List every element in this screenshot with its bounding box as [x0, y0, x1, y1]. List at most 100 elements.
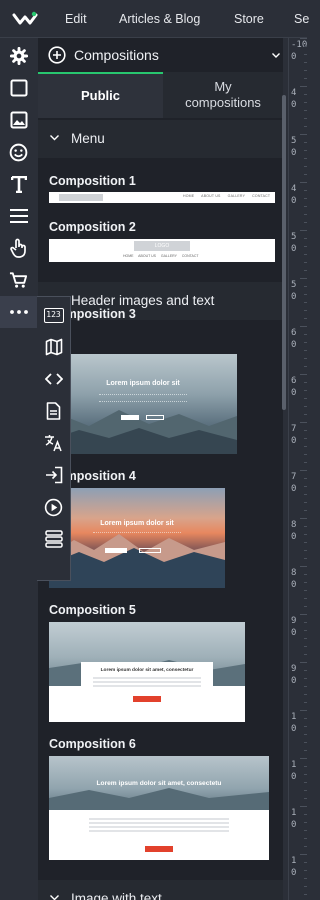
wix-logo-icon[interactable] — [12, 9, 38, 29]
add-store-button[interactable] — [0, 264, 37, 296]
ruler-tick — [300, 230, 307, 231]
section-image-with-text[interactable]: Image with text — [38, 880, 283, 900]
stack-icon — [44, 530, 63, 548]
ruler-tick — [300, 518, 307, 519]
cta-button — [133, 696, 161, 702]
menu-item: GALLERY — [160, 254, 177, 258]
composition-2-thumbnail[interactable]: LOGO HOME ABOUT US GALLERY CONTACT — [49, 239, 275, 262]
ruler-label: 7 — [291, 472, 297, 482]
embed-code-button[interactable] — [37, 363, 70, 395]
more-tools-flyout: 123 — [37, 296, 71, 581]
composition-5-thumbnail[interactable]: Lorem ipsum dolor sit amet, consectetur — [49, 622, 245, 722]
ruler-tick — [304, 814, 307, 815]
nav-store[interactable]: Store — [234, 0, 264, 38]
ruler-tick — [304, 550, 307, 551]
ruler-tick — [304, 238, 307, 239]
more-tools-button[interactable] — [0, 296, 37, 328]
add-button-element[interactable] — [0, 232, 37, 264]
ruler-tick — [300, 38, 307, 39]
ruler-tick — [300, 326, 307, 327]
ruler-label: 0 — [291, 772, 297, 782]
composition-3-thumbnail[interactable]: Lorem ipsum dolor sit — [49, 354, 237, 454]
add-menu-button[interactable] — [0, 200, 37, 232]
ruler-label: 8 — [291, 568, 297, 578]
video-button[interactable] — [37, 491, 70, 523]
add-shape-button[interactable] — [0, 72, 37, 104]
card-heading: Lorem ipsum dolor sit amet, consectetur — [100, 668, 194, 673]
settings-button[interactable] — [0, 40, 37, 72]
ruler-tick — [304, 782, 307, 783]
logo-placeholder: LOGO — [134, 241, 190, 251]
ruler-label: 8 — [291, 520, 297, 530]
counter-button[interactable]: 123 — [37, 299, 70, 331]
composition-label: Composition 5 — [49, 603, 136, 617]
panel-title: Compositions — [74, 47, 159, 63]
ruler-tick — [304, 894, 307, 895]
chevron-down-icon[interactable] — [272, 53, 280, 58]
nav-more[interactable]: Se — [294, 0, 309, 38]
ruler-tick — [304, 358, 307, 359]
ruler-tick — [304, 534, 307, 535]
plus-circle-icon[interactable] — [48, 46, 66, 64]
ruler-tick — [304, 774, 307, 775]
gear-icon — [9, 47, 28, 65]
composition-label: Composition 6 — [49, 737, 136, 751]
composition-1-thumbnail[interactable]: HOME ABOUT US GALLERY CONTACT — [49, 192, 275, 203]
add-icon-button[interactable] — [0, 136, 37, 168]
ruler-label: 0 — [291, 820, 297, 830]
ruler-tick — [304, 798, 307, 799]
ruler-tick — [304, 366, 307, 367]
add-image-button[interactable] — [0, 104, 37, 136]
ruler-label: 0 — [291, 292, 297, 302]
ruler-label: 4 — [291, 88, 297, 98]
ruler-label: 0 — [291, 244, 297, 254]
map-icon — [45, 338, 62, 356]
panel-scrollbar[interactable] — [282, 95, 286, 410]
add-text-button[interactable] — [0, 168, 37, 200]
ruler-label: 0 — [291, 868, 297, 878]
ruler-tick — [304, 622, 307, 623]
ruler-tick — [304, 142, 307, 143]
ruler-tick — [304, 582, 307, 583]
nav-articles-blog[interactable]: Articles & Blog — [119, 0, 200, 38]
nav-edit[interactable]: Edit — [65, 0, 87, 38]
composition-4-thumbnail[interactable]: Lorem ipsum dolor sit — [49, 488, 225, 588]
ruler-tick — [304, 638, 307, 639]
menu-item: HOME — [183, 194, 195, 198]
map-button[interactable] — [37, 331, 70, 363]
panel-tabs: Public My compositions — [38, 72, 283, 118]
ruler-tick — [304, 294, 307, 295]
ruler-tick — [304, 726, 307, 727]
text-icon — [10, 175, 27, 193]
ruler-tick — [300, 278, 307, 279]
ruler-tick — [300, 758, 307, 759]
menu-item: CONTACT — [252, 194, 271, 198]
ruler-label: 1 — [291, 760, 297, 770]
ruler-tick — [304, 494, 307, 495]
ruler-label: 0 — [291, 484, 297, 494]
ruler-tick — [304, 414, 307, 415]
ruler-tick — [304, 398, 307, 399]
stack-button[interactable] — [37, 523, 70, 555]
hero-heading: Lorem ipsum dolor sit — [100, 520, 174, 527]
chevron-down-icon — [50, 895, 59, 900]
ruler-tick — [300, 134, 307, 135]
ruler-label: 4 — [291, 184, 297, 194]
chevron-down-icon — [50, 135, 59, 141]
ruler-tick — [304, 438, 307, 439]
ruler-tick — [304, 334, 307, 335]
composition-6-thumbnail[interactable]: Lorem ipsum dolor sit amet, consectetu — [49, 756, 269, 860]
ruler-tick — [304, 750, 307, 751]
login-button[interactable] — [37, 459, 70, 491]
tab-my-compositions[interactable]: My compositions — [163, 72, 283, 118]
section-menu[interactable]: Menu — [38, 120, 283, 158]
translate-icon — [45, 435, 62, 452]
tab-public[interactable]: Public — [38, 72, 163, 118]
ruler-label: 0 — [291, 724, 297, 734]
ruler-tick — [304, 318, 307, 319]
document-button[interactable] — [37, 395, 70, 427]
image-icon — [10, 111, 27, 129]
translate-button[interactable] — [37, 427, 70, 459]
section-label: Menu — [71, 131, 105, 146]
ruler-label: 0 — [291, 580, 297, 590]
